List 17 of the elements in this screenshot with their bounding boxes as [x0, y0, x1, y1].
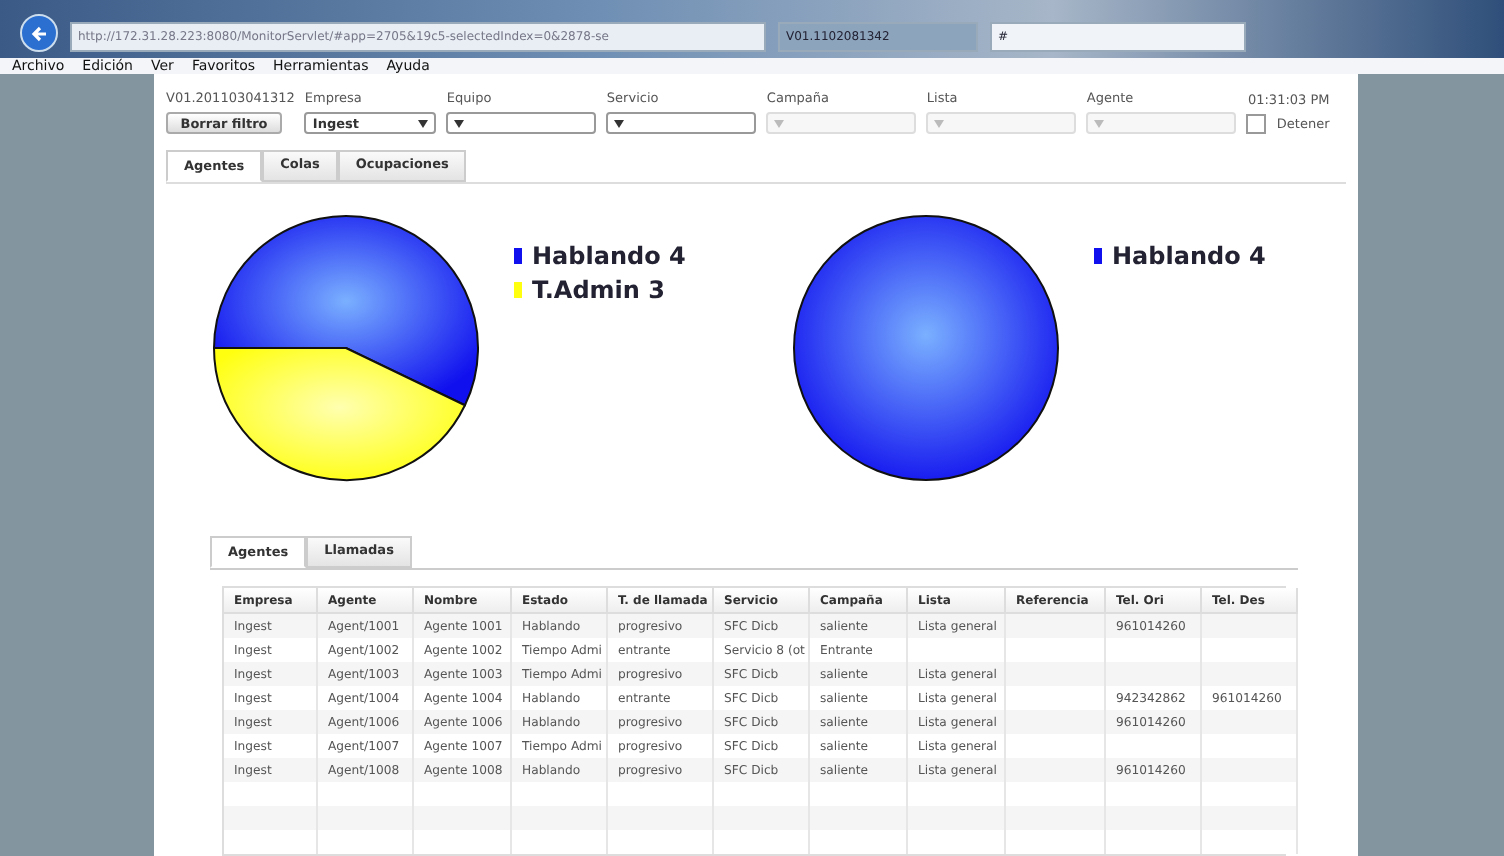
caret-icon	[774, 119, 785, 127]
caret-icon	[614, 119, 625, 127]
legend-swatch	[514, 282, 522, 298]
filter-dropdown[interactable]	[446, 112, 597, 134]
filter-dropdown[interactable]	[606, 112, 757, 134]
legend-label: Hablando 4	[532, 242, 686, 270]
stop-checkbox[interactable]	[1246, 114, 1267, 134]
legend-label: Hablando 4	[1112, 242, 1266, 270]
legend-swatch	[514, 248, 522, 264]
caret-icon	[418, 119, 429, 127]
legend-label: T.Admin 3	[532, 276, 665, 304]
caret-icon	[1094, 119, 1105, 127]
caret-icon	[934, 119, 945, 127]
caret-icon	[454, 119, 465, 127]
legend-swatch	[1094, 248, 1102, 264]
back-button[interactable]	[20, 14, 58, 52]
arrow-left-icon	[29, 23, 49, 43]
